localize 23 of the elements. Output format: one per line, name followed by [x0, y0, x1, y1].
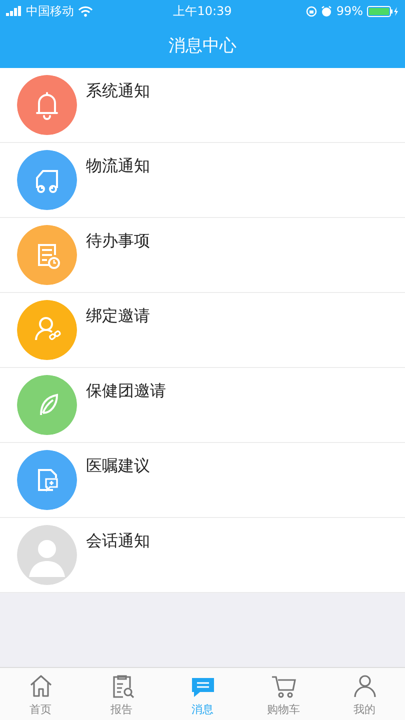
- message-category-row[interactable]: 物流通知: [0, 143, 405, 218]
- message-category-row[interactable]: 系统通知: [0, 68, 405, 143]
- category-title: 物流通知: [86, 156, 150, 177]
- status-time: 上午10:39: [173, 2, 232, 20]
- carrier-name: 中国移动: [26, 2, 74, 20]
- message-category-row[interactable]: 会话通知: [0, 518, 405, 593]
- message-category-row[interactable]: 绑定邀请: [0, 293, 405, 368]
- category-title: 会话通知: [86, 531, 150, 552]
- page-title: 消息中心: [168, 34, 236, 56]
- signal-icon: [6, 6, 22, 16]
- battery-charging-icon: [367, 6, 399, 16]
- category-title: 系统通知: [86, 81, 150, 102]
- wifi-icon: [78, 6, 93, 16]
- category-title: 保健团邀请: [86, 381, 166, 402]
- message-category-row[interactable]: 医嘱建议: [0, 443, 405, 518]
- alarm-icon: [321, 6, 332, 16]
- category-title: 医嘱建议: [86, 456, 150, 477]
- category-title: 绑定邀请: [86, 306, 150, 327]
- message-category-row[interactable]: 保健团邀请: [0, 368, 405, 443]
- message-category-row[interactable]: 待办事项: [0, 218, 405, 293]
- battery-percent: 99%: [336, 4, 363, 18]
- category-title: 待办事项: [86, 231, 150, 252]
- rotation-lock-icon: [306, 6, 318, 16]
